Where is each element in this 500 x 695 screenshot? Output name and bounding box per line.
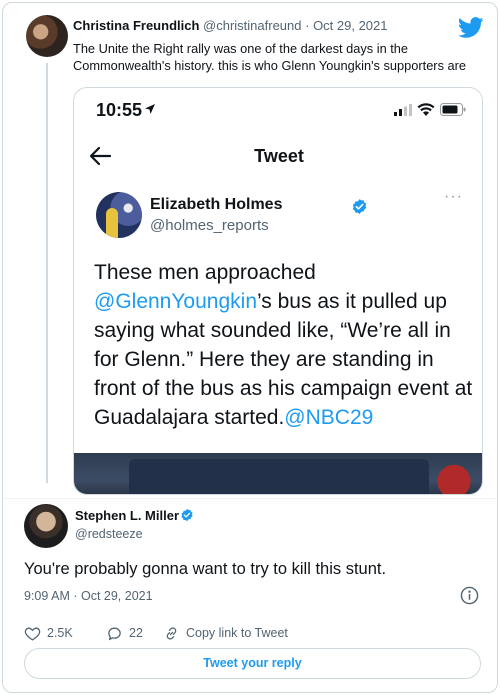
quoted-tweet-text: The Unite the Right rally was one of the…: [73, 41, 467, 73]
heart-icon: [24, 627, 41, 641]
verified-badge-icon: [352, 199, 367, 214]
separator: ·: [301, 18, 314, 33]
tweet-timestamp[interactable]: 9:09 AM · Oct 29, 2021: [24, 589, 153, 603]
media-preview[interactable]: [74, 453, 482, 494]
thread-line: [46, 63, 48, 483]
avatar[interactable]: [96, 192, 142, 238]
author-handle[interactable]: @redsteeze: [75, 527, 143, 541]
author-handle[interactable]: @christinafreund: [203, 18, 301, 33]
tweet-card: Christina Freundlich @christinafreund · …: [2, 2, 498, 693]
quoted-tweet-header: Christina Freundlich @christinafreund · …: [73, 18, 388, 33]
tweet-text: You're probably gonna want to try to kil…: [24, 560, 387, 578]
tweet-date[interactable]: Oct 29, 2021: [313, 18, 387, 33]
mention-link[interactable]: @GlennYoungkin: [94, 290, 257, 313]
page-title: Tweet: [254, 146, 304, 166]
like-count: 2.5K: [47, 626, 73, 640]
signal-icon: [394, 104, 412, 116]
link-icon: [166, 626, 177, 640]
info-icon[interactable]: [460, 586, 479, 605]
avatar[interactable]: [24, 504, 68, 548]
status-time: 10:55: [96, 100, 143, 120]
tweet-text-lead: These men approached: [94, 261, 316, 284]
like-button[interactable]: 2.5K: [24, 623, 73, 643]
tweet-your-reply-button[interactable]: Tweet your reply: [24, 648, 481, 679]
twitter-bird-icon[interactable]: [458, 17, 484, 39]
author-name[interactable]: Stephen L. Miller: [75, 508, 179, 523]
author-name[interactable]: Elizabeth Holmes: [150, 196, 282, 214]
embedded-screenshot[interactable]: 10:55 Tweet Elizabeth Holmes @holmes_rep…: [73, 87, 483, 495]
copy-link-label: Copy link to Tweet: [186, 626, 288, 640]
verified-badge-icon: [181, 508, 193, 522]
reply-count: 22: [129, 626, 143, 640]
battery-icon: [440, 103, 466, 116]
tweet-text: These men approached @GlennYoungkin’s bu…: [94, 258, 474, 432]
more-options-icon[interactable]: ···: [444, 188, 463, 206]
avatar[interactable]: [26, 15, 68, 57]
flag-graphic: [429, 455, 479, 494]
divider: [3, 498, 497, 499]
copy-link-button[interactable]: Copy link to Tweet: [163, 623, 288, 643]
reply-button[interactable]: 22: [106, 623, 143, 643]
author-handle[interactable]: @holmes_reports: [150, 217, 269, 234]
location-arrow-icon: [145, 104, 155, 114]
wifi-icon: [417, 103, 435, 116]
bus-image: [129, 459, 429, 494]
mention-link[interactable]: @NBC29: [284, 406, 373, 429]
reply-icon: [108, 627, 121, 640]
author-name[interactable]: Christina Freundlich: [73, 18, 199, 33]
